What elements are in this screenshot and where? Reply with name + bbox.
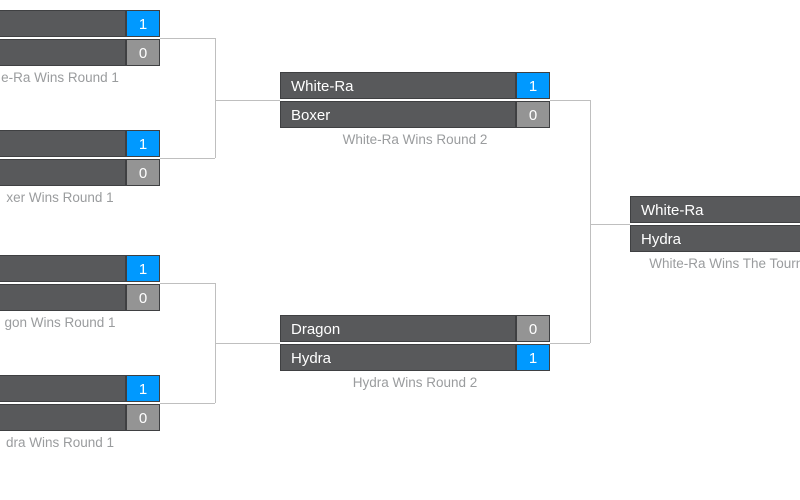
team-name [0, 284, 126, 311]
score-win: 1 [126, 255, 160, 282]
score-lose: 0 [126, 404, 160, 431]
match-caption: dra Wins Round 1 [0, 435, 160, 450]
team-name [0, 159, 126, 186]
score-lose: 0 [126, 39, 160, 66]
team-row: Hydra [630, 225, 800, 252]
team-name [0, 130, 126, 157]
match-caption: e-Ra Wins Round 1 [0, 70, 160, 85]
round2-match-2: Dragon 0 Hydra 1 Hydra Wins Round 2 [280, 315, 550, 390]
team-row: 0 [0, 159, 160, 186]
team-row: 0 [0, 39, 160, 66]
team-name: Boxer [280, 101, 516, 128]
round1-match-3: 1 0 gon Wins Round 1 [0, 255, 160, 330]
score-lose: 0 [126, 159, 160, 186]
team-row: 0 [0, 284, 160, 311]
team-name: Hydra [280, 344, 516, 371]
team-row: 1 [0, 10, 160, 37]
team-row: 1 [0, 375, 160, 402]
connector [160, 403, 215, 404]
team-name: White-Ra [630, 196, 800, 223]
team-name [0, 404, 126, 431]
connector [550, 100, 590, 101]
score-win: 1 [126, 130, 160, 157]
score-win: 1 [126, 10, 160, 37]
match-caption: White-Ra Wins The Tournament [630, 256, 800, 271]
score-win: 1 [516, 344, 550, 371]
team-name [0, 39, 126, 66]
team-row: Boxer 0 [280, 101, 550, 128]
connector [215, 343, 280, 344]
connector [590, 100, 591, 343]
round1-match-1: 1 0 e-Ra Wins Round 1 [0, 10, 160, 85]
connector [160, 38, 215, 39]
score-lose: 0 [516, 101, 550, 128]
team-name [0, 255, 126, 282]
connector [215, 38, 216, 158]
match-caption: White-Ra Wins Round 2 [280, 132, 550, 147]
round1-match-4: 1 0 dra Wins Round 1 [0, 375, 160, 450]
connector [550, 343, 590, 344]
team-name: White-Ra [280, 72, 516, 99]
connector [160, 283, 215, 284]
team-name [0, 375, 126, 402]
team-row: 0 [0, 404, 160, 431]
score-win: 1 [516, 72, 550, 99]
team-row: 1 [0, 130, 160, 157]
connector [590, 224, 630, 225]
team-row: White-Ra 1 [280, 72, 550, 99]
final-match: White-Ra Hydra White-Ra Wins The Tournam… [630, 196, 800, 271]
team-name: Dragon [280, 315, 516, 342]
team-name: Hydra [630, 225, 800, 252]
round2-match-1: White-Ra 1 Boxer 0 White-Ra Wins Round 2 [280, 72, 550, 147]
connector [160, 158, 215, 159]
match-caption: xer Wins Round 1 [0, 190, 160, 205]
team-name [0, 10, 126, 37]
team-row: White-Ra [630, 196, 800, 223]
connector [215, 100, 280, 101]
score-lose: 0 [126, 284, 160, 311]
match-caption: Hydra Wins Round 2 [280, 375, 550, 390]
round1-match-2: 1 0 xer Wins Round 1 [0, 130, 160, 205]
match-caption: gon Wins Round 1 [0, 315, 160, 330]
team-row: 1 [0, 255, 160, 282]
score-win: 1 [126, 375, 160, 402]
score-lose: 0 [516, 315, 550, 342]
team-row: Dragon 0 [280, 315, 550, 342]
team-row: Hydra 1 [280, 344, 550, 371]
